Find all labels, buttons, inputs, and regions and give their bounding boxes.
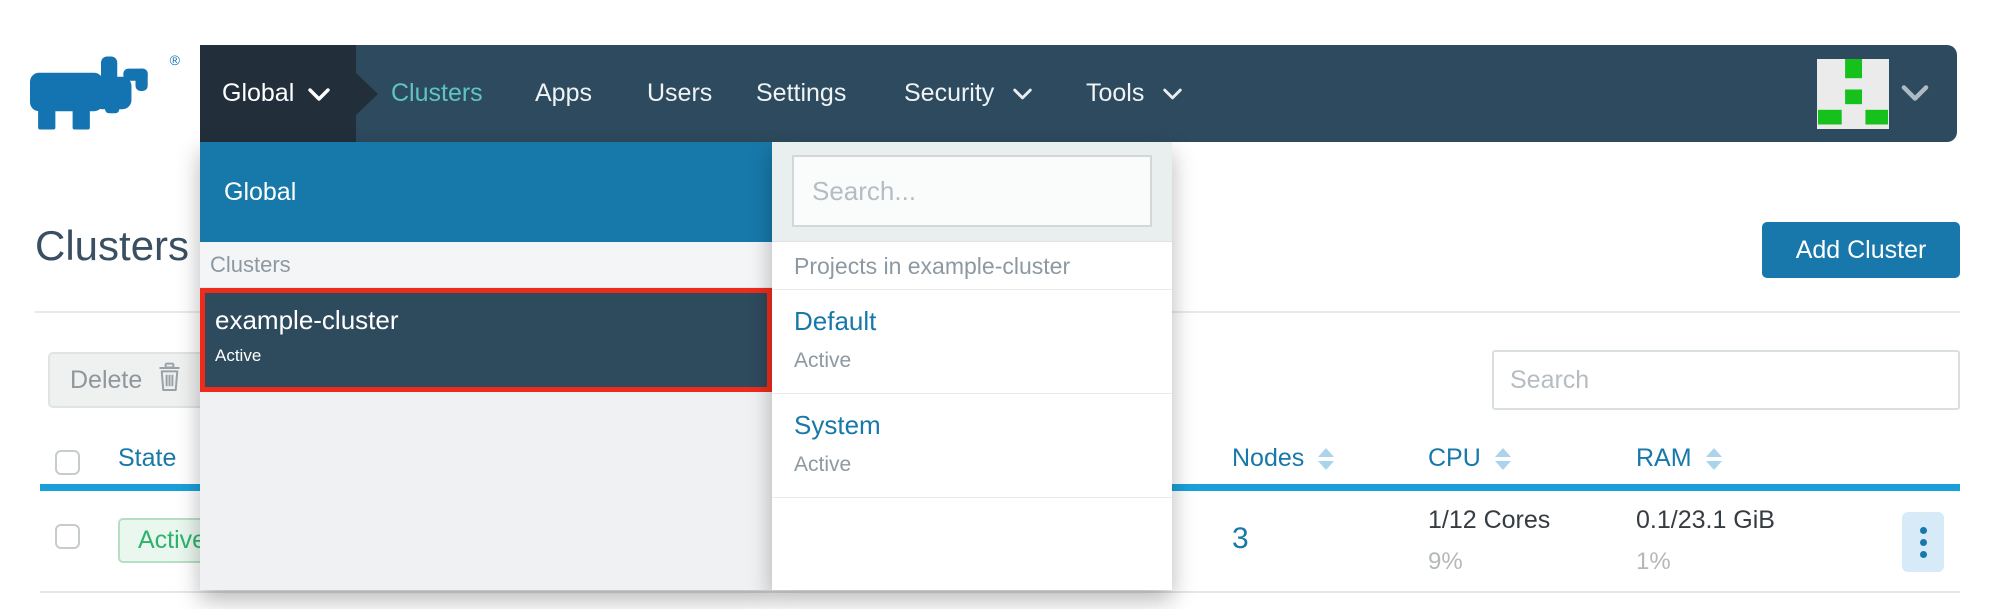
nav-item-label: Settings [756, 79, 846, 107]
add-cluster-button[interactable]: Add Cluster [1762, 222, 1960, 278]
ram-value: 0.1/23.1 GiB [1636, 506, 1775, 535]
environment-option-global[interactable]: Global [200, 142, 772, 242]
project-name: System [794, 410, 1172, 441]
column-header-label: State [118, 444, 176, 473]
nav-item-security[interactable]: Security [904, 45, 1032, 142]
column-header-state[interactable]: State [118, 444, 176, 473]
environment-selector[interactable]: Global [200, 45, 356, 142]
chevron-down-icon [1901, 85, 1929, 103]
nav-item-label: Security [904, 79, 994, 107]
nav-item-apps[interactable]: Apps [535, 45, 592, 142]
user-menu[interactable] [1817, 45, 1929, 142]
ram-percent: 1% [1636, 548, 1671, 576]
nodes-count-link[interactable]: 3 [1232, 522, 1249, 556]
clusters-section-label: Clusters [200, 242, 772, 288]
user-avatar-identicon [1817, 59, 1889, 129]
rancher-app: ® Global Clusters Apps Users Settings Se… [0, 0, 2000, 609]
project-option-system[interactable]: System Active [772, 394, 1172, 498]
nav-item-label: Clusters [391, 79, 483, 107]
environment-option-label: Global [224, 178, 296, 207]
environment-dropdown-panel: Global Clusters example-cluster Active [200, 142, 772, 590]
sort-arrows-icon [1706, 448, 1722, 470]
row-divider [40, 591, 1960, 593]
column-header-nodes[interactable]: Nodes [1232, 444, 1334, 473]
chevron-down-icon [1013, 79, 1032, 107]
cluster-name: example-cluster [215, 305, 767, 336]
nav-item-users[interactable]: Users [647, 45, 712, 142]
project-status: Active [794, 453, 1172, 477]
project-option-default[interactable]: Default Active [772, 290, 1172, 394]
nav-item-label: Tools [1086, 79, 1144, 107]
projects-section-label: Projects in example-cluster [772, 242, 1172, 290]
projects-search-zone [772, 142, 1172, 242]
nav-item-tools[interactable]: Tools [1086, 45, 1182, 142]
column-header-label: CPU [1428, 444, 1481, 473]
page-title: Clusters [35, 222, 189, 270]
nav-item-label: Users [647, 79, 712, 107]
delete-button[interactable]: Delete [48, 352, 205, 408]
rancher-bull-icon [30, 56, 170, 132]
chevron-down-icon [1163, 79, 1182, 107]
nav-item-clusters[interactable]: Clusters [391, 45, 483, 142]
delete-button-label: Delete [70, 366, 142, 395]
row-checkbox[interactable] [55, 524, 80, 549]
logo-trademark: ® [170, 52, 180, 68]
column-header-label: RAM [1636, 444, 1692, 473]
cluster-status: Active [215, 346, 767, 366]
environment-selector-label: Global [222, 79, 294, 108]
project-status: Active [794, 349, 1172, 373]
projects-dropdown-panel: Projects in example-cluster Default Acti… [772, 142, 1172, 590]
cpu-percent: 9% [1428, 548, 1463, 576]
trash-icon [156, 362, 183, 399]
projects-search-input[interactable] [792, 155, 1152, 227]
select-all-checkbox[interactable] [55, 450, 80, 475]
column-header-ram[interactable]: RAM [1636, 444, 1722, 473]
nav-item-label: Apps [535, 79, 592, 107]
nav-item-settings[interactable]: Settings [756, 45, 846, 142]
project-name: Default [794, 306, 1172, 337]
cpu-value: 1/12 Cores [1428, 506, 1550, 535]
breadcrumb-arrow [356, 73, 378, 115]
rancher-logo[interactable]: ® [30, 56, 178, 132]
sort-arrows-icon [1495, 448, 1511, 470]
chevron-down-icon [308, 79, 330, 108]
table-search-input[interactable] [1492, 350, 1960, 410]
cluster-option-example-cluster[interactable]: example-cluster Active [200, 288, 772, 392]
sort-arrows-icon [1318, 448, 1334, 470]
column-header-label: Nodes [1232, 444, 1304, 473]
column-header-cpu[interactable]: CPU [1428, 444, 1511, 473]
row-actions-kebab-button[interactable] [1902, 512, 1944, 572]
top-navbar: Global Clusters Apps Users Settings Secu… [200, 45, 1957, 142]
